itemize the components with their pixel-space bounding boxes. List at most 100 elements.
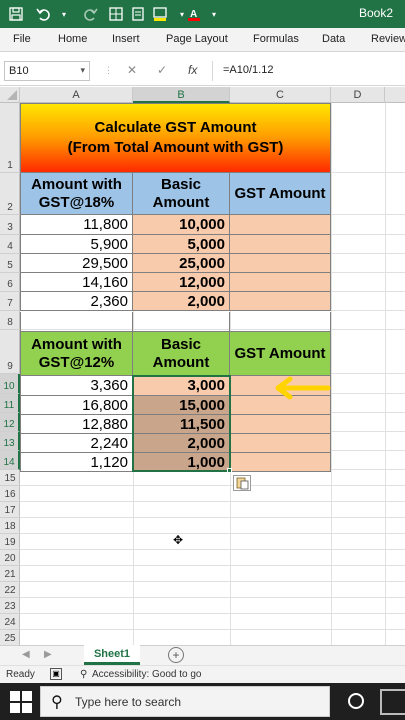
table1-total-cell[interactable]: 11,800 <box>20 215 133 235</box>
table1-gst-cell[interactable] <box>230 235 331 254</box>
row-header-23[interactable]: 23 <box>0 598 20 614</box>
blank-cell[interactable] <box>20 312 133 332</box>
table2-header-basic[interactable]: Basic Amount <box>133 332 230 376</box>
row-header-11[interactable]: 11 <box>0 394 20 413</box>
chevron-left-icon[interactable]: ◀ <box>22 649 30 660</box>
table1-total-cell[interactable]: 5,900 <box>20 235 133 254</box>
table1-basic-cell[interactable]: 5,000 <box>133 235 230 254</box>
row-header-24[interactable]: 24 <box>0 614 20 630</box>
tab-review[interactable]: Review <box>371 33 405 45</box>
paste-options-icon[interactable] <box>233 475 251 491</box>
fill-color-icon[interactable] <box>150 4 170 24</box>
table2-gst-cell[interactable] <box>230 453 331 472</box>
row-header-12[interactable]: 12 <box>0 413 20 432</box>
worksheet-grid[interactable]: Calculate GST Amount (From Total Amount … <box>20 103 405 645</box>
table2-total-cell[interactable]: 1,120 <box>20 453 133 472</box>
blank-cell[interactable] <box>230 312 331 332</box>
add-sheet-button[interactable]: + <box>168 647 184 663</box>
table2-basic-cell[interactable]: 1,000 <box>133 453 230 472</box>
chevron-right-icon[interactable]: ▶ <box>44 649 52 660</box>
row-header-5[interactable]: 5 <box>0 254 20 273</box>
row-header-6[interactable]: 6 <box>0 273 20 292</box>
formula-input[interactable]: =A10/1.12 <box>212 61 402 81</box>
table2-total-cell[interactable]: 16,800 <box>20 396 133 415</box>
column-header-a[interactable]: A <box>20 87 133 103</box>
sheet-icon[interactable] <box>128 4 148 24</box>
table2-header-total[interactable]: Amount with GST@12% <box>20 332 133 376</box>
row-header-16[interactable]: 16 <box>0 486 20 502</box>
tab-formulas[interactable]: Formulas <box>253 33 299 45</box>
select-all-corner[interactable] <box>0 87 20 103</box>
accessibility-status[interactable]: Accessibility: Good to go <box>92 669 202 680</box>
row-header-15[interactable]: 15 <box>0 470 20 486</box>
accessibility-icon[interactable]: ⚲ <box>80 669 87 680</box>
row-header-9[interactable]: 9 <box>0 330 20 374</box>
table1-total-cell[interactable]: 2,360 <box>20 292 133 311</box>
borders-icon[interactable] <box>106 4 126 24</box>
table2-basic-cell[interactable]: 3,000 <box>133 376 230 396</box>
table1-header-basic[interactable]: Basic Amount <box>133 173 230 215</box>
chevron-down-icon[interactable]: ▾ <box>204 4 224 24</box>
table1-total-cell[interactable]: 29,500 <box>20 254 133 273</box>
row-header-18[interactable]: 18 <box>0 518 20 534</box>
row-header-10[interactable]: 10 <box>0 374 20 394</box>
table1-header-gst[interactable]: GST Amount <box>230 173 331 215</box>
tab-page-layout[interactable]: Page Layout <box>166 33 228 45</box>
column-header-c[interactable]: C <box>230 87 331 103</box>
tab-data[interactable]: Data <box>322 33 345 45</box>
taskbar-app-icon[interactable] <box>380 689 405 715</box>
tab-insert[interactable]: Insert <box>112 33 140 45</box>
save-icon[interactable] <box>6 4 26 24</box>
table1-total-cell[interactable]: 14,160 <box>20 273 133 292</box>
column-header-b[interactable]: B <box>133 87 230 103</box>
insert-function-icon[interactable]: fx <box>188 63 197 77</box>
row-header-8[interactable]: 8 <box>0 311 20 330</box>
table2-basic-cell[interactable]: 15,000 <box>133 396 230 415</box>
table1-basic-cell[interactable]: 2,000 <box>133 292 230 311</box>
table1-header-total[interactable]: Amount with GST@18% <box>20 173 133 215</box>
macro-record-icon[interactable]: ▣ <box>50 668 62 680</box>
cancel-icon[interactable]: ✕ <box>127 63 137 77</box>
table1-basic-cell[interactable]: 12,000 <box>133 273 230 292</box>
title-cell[interactable]: Calculate GST Amount (From Total Amount … <box>20 103 331 173</box>
row-header-20[interactable]: 20 <box>0 550 20 566</box>
enter-icon[interactable]: ✓ <box>157 63 167 77</box>
table1-basic-cell[interactable]: 10,000 <box>133 215 230 235</box>
redo-icon[interactable] <box>80 4 100 24</box>
row-header-19[interactable]: 19 <box>0 534 20 550</box>
windows-start-icon[interactable] <box>8 689 34 715</box>
blank-cell[interactable] <box>133 312 230 332</box>
sheet-tab-sheet1[interactable]: Sheet1 <box>84 645 140 665</box>
table1-gst-cell[interactable] <box>230 292 331 311</box>
row-header-17[interactable]: 17 <box>0 502 20 518</box>
undo-icon[interactable] <box>34 4 54 24</box>
row-header-3[interactable]: 3 <box>0 215 20 235</box>
row-header-2[interactable]: 2 <box>0 173 20 215</box>
table2-basic-cell[interactable]: 11,500 <box>133 415 230 434</box>
column-header-d[interactable]: D <box>331 87 385 103</box>
table1-basic-cell[interactable]: 25,000 <box>133 254 230 273</box>
row-header-22[interactable]: 22 <box>0 582 20 598</box>
row-header-21[interactable]: 21 <box>0 566 20 582</box>
fill-handle[interactable] <box>227 468 232 473</box>
table2-header-gst[interactable]: GST Amount <box>230 332 331 376</box>
table2-total-cell[interactable]: 3,360 <box>20 376 133 396</box>
table2-basic-cell[interactable]: 2,000 <box>133 434 230 453</box>
table2-gst-cell[interactable] <box>230 434 331 453</box>
table1-gst-cell[interactable] <box>230 215 331 235</box>
table2-gst-cell[interactable] <box>230 415 331 434</box>
font-color-icon[interactable]: A <box>184 4 204 24</box>
table1-gst-cell[interactable] <box>230 273 331 292</box>
row-header-1[interactable]: 1 <box>0 103 20 173</box>
table1-gst-cell[interactable] <box>230 254 331 273</box>
chevron-down-icon[interactable]: ▾ <box>80 65 85 76</box>
row-header-13[interactable]: 13 <box>0 432 20 451</box>
taskbar-search-box[interactable]: ⚲ Type here to search <box>40 686 330 717</box>
row-header-25[interactable]: 25 <box>0 630 20 646</box>
task-view-icon[interactable] <box>348 693 364 709</box>
row-header-14[interactable]: 14 <box>0 451 20 470</box>
chevron-down-icon[interactable]: ▾ <box>54 4 74 24</box>
tab-file[interactable]: File <box>13 33 31 45</box>
row-header-4[interactable]: 4 <box>0 235 20 254</box>
tab-home[interactable]: Home <box>58 33 87 45</box>
